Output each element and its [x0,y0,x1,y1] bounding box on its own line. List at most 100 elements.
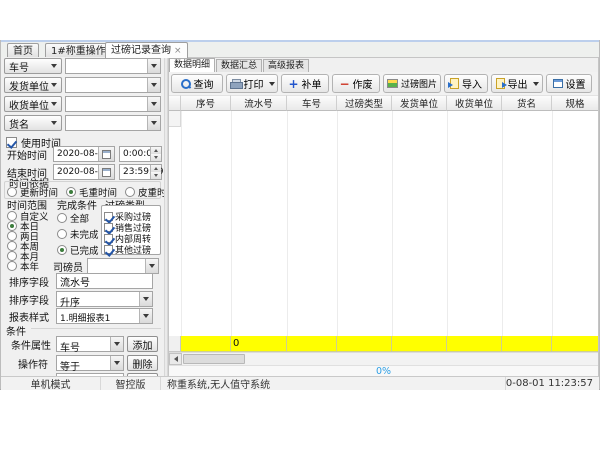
combo-arrow-button[interactable] [147,97,160,111]
scroll-left-button[interactable] [169,353,182,365]
search-icon [181,79,191,89]
combo-arrow-button[interactable] [147,59,160,73]
receiver-value-combo[interactable] [65,96,161,112]
weigher-combo[interactable] [87,258,159,274]
tab-home[interactable]: 首页 [7,43,39,58]
goods-value-combo[interactable] [65,115,161,131]
shipper-field-dropdown[interactable]: 发货单位 [4,77,62,93]
shipper-value-combo[interactable] [65,77,161,93]
combo-arrow-button[interactable] [139,309,152,323]
column-header-weigh-type[interactable]: 过磅类型 [337,95,392,111]
spinner-buttons[interactable] [150,147,161,161]
status-edition: 智控版 [101,377,161,390]
calendar-dropdown-button[interactable] [98,165,114,179]
weigh-photo-button[interactable]: 过磅图片 [383,74,441,93]
settings-button-label: 设置 [566,76,586,91]
screenshot: 首页 1#称重操作 过磅记录查询× 车号 发货单位 收货单位 [0,0,600,450]
column-header-shipper[interactable]: 发货单位 [392,95,447,111]
goods-field-dropdown[interactable]: 货名 [4,115,62,131]
settings-button[interactable]: 设置 [546,74,592,93]
column-header-spec[interactable]: 规格 [552,95,598,111]
radio-selected-icon [57,245,67,255]
print-button[interactable]: 打印 [226,74,278,93]
combo-arrow-button[interactable] [147,78,160,92]
spin-down-icon[interactable] [150,154,161,161]
status-mode: 单机模式 [1,377,101,390]
spinner-buttons[interactable] [150,165,161,179]
checkbox-checked-icon [104,245,113,254]
calendar-dropdown-button[interactable] [98,147,114,161]
sort-field-input[interactable] [56,273,153,289]
condition-divider [31,328,161,329]
tab-data-detail[interactable]: 数据明细 [169,58,215,72]
column-header-receiver[interactable]: 收货单位 [447,95,502,111]
content-area: 车号 发货单位 收货单位 货名 使用时间 [1,57,599,376]
column-header-serial[interactable]: 序号 [181,95,231,111]
add-condition-button[interactable]: 添加 [127,336,158,352]
grid-corner [169,95,181,111]
tab-weigh-record-query[interactable]: 过磅记录查询× [105,42,188,58]
export-button[interactable]: 导出 [491,74,543,93]
tab-close-icon[interactable]: × [174,44,182,59]
horizontal-scrollbar[interactable] [169,352,598,365]
settings-window-icon [553,79,563,88]
combo-arrow-button[interactable] [147,116,160,130]
progress-bar: 0% [169,365,598,376]
receiver-field-dropdown[interactable]: 收货单位 [4,96,62,112]
condition-op-combo[interactable]: 等于 [56,355,124,371]
status-system-name: 称重系统,无人值守系统 [161,377,506,390]
tab-weigh-operation[interactable]: 1#称重操作 [45,43,112,58]
spin-down-icon[interactable] [150,172,161,179]
chevron-down-icon[interactable] [533,82,539,86]
combo-arrow-button[interactable] [139,292,152,306]
end-time-spinner[interactable]: 23:59:59 [119,164,162,180]
radio-all[interactable]: 全部 [57,210,89,226]
supplement-button[interactable]: +补单 [281,74,329,93]
progress-percent: 0% [376,366,391,377]
report-style-value: 1.明细报表1 [60,311,110,324]
summary-cell [337,336,392,352]
radio-selected-icon [66,187,76,197]
column-header-flow-no[interactable]: 流水号 [231,95,287,111]
spin-up-icon[interactable] [150,165,161,172]
spin-up-icon[interactable] [150,147,161,154]
void-button[interactable]: −作废 [332,74,380,93]
remove-condition-button[interactable]: 删除 [127,355,158,371]
check-other-weigh[interactable]: 其他过磅 [104,241,151,257]
radio-this-year[interactable]: 本年 [7,258,39,274]
radio-finished[interactable]: 已完成 [57,242,99,258]
condition-attr-combo[interactable]: 车号 [56,336,124,352]
radio-unfinished[interactable]: 未完成 [57,226,99,242]
filter-row-shipper: 发货单位 [4,77,161,93]
start-date-picker[interactable]: 2020-08-01 [53,146,115,162]
sort-order-combo[interactable]: 升序 [56,291,153,307]
result-tab-strip: 数据明细 数据汇总 高级报表 [169,58,598,72]
query-button[interactable]: 查询 [171,74,223,93]
radio-label: 已完成 [70,243,99,257]
chevron-down-icon [151,83,157,87]
status-bar: 单机模式 智控版 称重系统,无人值守系统 2020-08-01 11:23:57 [1,376,599,390]
report-style-combo[interactable]: 1.明细报表1 [56,308,153,324]
condition-op-row: 操作符 等于 删除 [11,355,161,371]
tab-data-summary[interactable]: 数据汇总 [216,59,262,72]
scrollbar-thumb[interactable] [183,354,245,364]
export-icon [496,78,505,89]
column-header-vehicle[interactable]: 车号 [287,95,337,111]
sort-order-label: 排序字段 [9,292,56,307]
tab-advanced-report[interactable]: 高级报表 [263,59,309,72]
column-header-goods[interactable]: 货名 [502,95,552,111]
vehicle-field-dropdown[interactable]: 车号 [4,58,62,74]
chevron-down-icon [151,102,157,106]
combo-arrow-button[interactable] [110,337,123,351]
export-button-label: 导出 [508,76,528,91]
start-time-spinner[interactable]: 0:00:00 [119,146,162,162]
grid-body[interactable] [169,111,598,336]
combo-arrow-button[interactable] [145,259,158,273]
filter-row-goods: 货名 [4,115,161,131]
import-button[interactable]: 导入 [444,74,488,93]
vehicle-value-combo[interactable] [65,58,161,74]
end-date-picker[interactable]: 2020-08-01 [53,164,115,180]
chevron-down-icon[interactable] [269,82,275,86]
combo-arrow-button[interactable] [110,356,123,370]
chevron-down-icon [114,361,120,365]
